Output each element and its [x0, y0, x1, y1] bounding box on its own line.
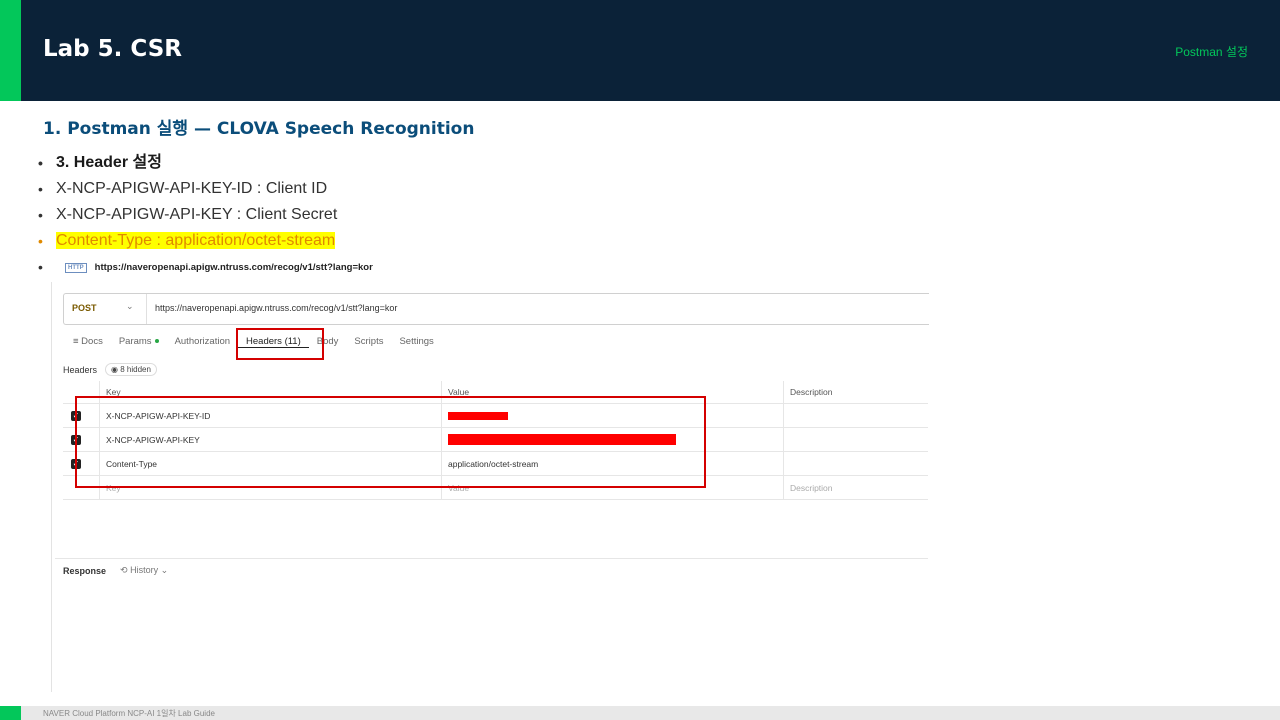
annotation-highlight-box: [236, 328, 324, 360]
hidden-headers-toggle[interactable]: ◉ 8 hidden: [105, 363, 157, 376]
divider: [51, 282, 52, 692]
postman-screenshot: HTTP https://naveropenapi.apigw.ntruss.c…: [55, 258, 929, 598]
tab-settings[interactable]: Settings: [391, 336, 441, 348]
request-tab-title[interactable]: HTTP https://naveropenapi.apigw.ntruss.c…: [65, 262, 373, 273]
request-bar: POST ⌄ https://naveropenapi.apigw.ntruss…: [63, 293, 929, 325]
section-title: 1. Postman 실행 — CLOVA Speech Recognition: [43, 119, 475, 139]
new-description-input[interactable]: Description: [783, 475, 928, 500]
status-dot-icon: [154, 339, 159, 344]
header-description-cell[interactable]: [783, 451, 928, 476]
chevron-down-icon: ⌄: [160, 565, 169, 575]
tab-params-label: Params: [118, 336, 152, 347]
http-icon: HTTP: [65, 262, 87, 273]
headers-label: Headers: [63, 364, 98, 375]
eye-icon: ◉: [111, 365, 119, 374]
bullet-item: X-NCP-APIGW-API-KEY-ID : Client ID: [38, 178, 337, 204]
tab-authorization[interactable]: Authorization: [167, 336, 238, 348]
header-accent-bar: [0, 0, 21, 101]
annotation-highlight-box: [75, 396, 706, 488]
url-input[interactable]: https://naveropenapi.apigw.ntruss.com/re…: [155, 303, 397, 313]
hidden-count: 8 hidden: [120, 365, 151, 374]
slide-header: Lab 5. CSR Postman 설정: [0, 0, 1280, 101]
headers-label-row: Headers ◉ 8 hidden: [63, 363, 157, 376]
history-label: History: [130, 565, 159, 575]
divider: [146, 294, 147, 324]
clock-icon: ⟲: [120, 565, 128, 575]
tab-scripts[interactable]: Scripts: [346, 336, 391, 348]
response-label: Response: [63, 565, 107, 576]
bullet-item: 3. Header 설정: [38, 152, 337, 178]
method-select[interactable]: POST: [72, 303, 97, 313]
footer-accent-bar: [0, 706, 21, 720]
highlighted-text: Content-Type : application/octet-stream: [56, 232, 336, 249]
divider: [55, 558, 928, 559]
header-description-cell[interactable]: [783, 427, 928, 452]
slide-footer: NAVER Cloud Platform NCP-AI 1일차 Lab Guid…: [0, 706, 1280, 720]
bullet-item: X-NCP-APIGW-API-KEY : Client Secret: [38, 204, 337, 230]
chevron-down-icon[interactable]: ⌄: [126, 301, 134, 312]
column-header-description: Description: [783, 381, 928, 404]
slide-tag: Postman 설정: [1175, 45, 1248, 59]
bullet-list: 3. Header 설정 X-NCP-APIGW-API-KEY-ID : Cl…: [38, 152, 337, 256]
response-bar: Response ⟲ History ⌄: [63, 565, 168, 576]
footer-text: NAVER Cloud Platform NCP-AI 1일차 Lab Guid…: [43, 709, 215, 718]
slide-title: Lab 5. CSR: [43, 36, 182, 62]
header-description-cell[interactable]: [783, 403, 928, 428]
tab-docs[interactable]: ≡ Docs: [65, 336, 111, 348]
history-button[interactable]: ⟲ History ⌄: [120, 565, 168, 576]
tab-params[interactable]: Params: [111, 336, 167, 348]
request-tab-url: https://naveropenapi.apigw.ntruss.com/re…: [94, 262, 373, 273]
bullet-item-highlighted: Content-Type : application/octet-stream: [38, 230, 337, 256]
bullet-marker: •: [38, 259, 43, 275]
